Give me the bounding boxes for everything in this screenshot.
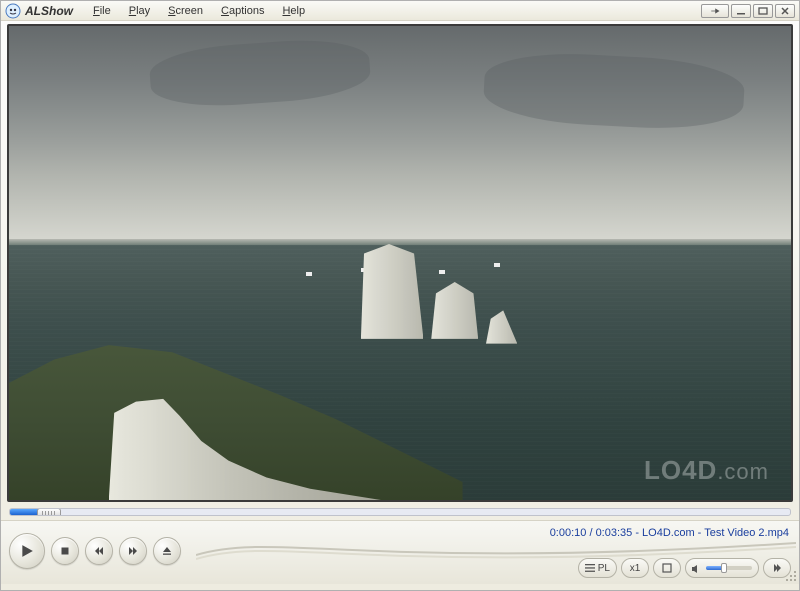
duration-text: 0:03:35 xyxy=(596,527,633,539)
playlist-button[interactable]: PL xyxy=(578,558,617,578)
menu-screen[interactable]: Screen xyxy=(164,3,207,19)
zoom-label: x1 xyxy=(630,563,641,574)
status-text: 0:00:10 / 0:03:35 - LO4D.com - Test Vide… xyxy=(550,527,789,539)
menu-captions[interactable]: Captions xyxy=(217,3,268,19)
zoom-button[interactable]: x1 xyxy=(621,558,649,578)
menubar: File Play Screen Captions Help xyxy=(89,3,701,19)
app-title: ALShow xyxy=(25,4,73,18)
app-icon xyxy=(5,3,21,19)
list-icon xyxy=(585,563,595,573)
position-text: 0:00:10 xyxy=(550,527,587,539)
resize-grip[interactable] xyxy=(785,570,797,582)
menu-help[interactable]: Help xyxy=(278,3,309,19)
play-button[interactable] xyxy=(9,533,45,569)
eject-button[interactable] xyxy=(153,537,181,565)
expand-icon xyxy=(662,563,672,573)
next-button[interactable] xyxy=(119,537,147,565)
volume-track[interactable] xyxy=(706,566,752,570)
fullscreen-button[interactable] xyxy=(653,558,681,578)
pin-button[interactable] xyxy=(701,4,729,18)
source-text: LO4D.com xyxy=(642,527,695,539)
window-controls xyxy=(701,4,795,18)
filename-text: Test Video 2.mp4 xyxy=(704,527,789,539)
stop-button[interactable] xyxy=(51,537,79,565)
volume-control[interactable] xyxy=(685,558,759,578)
maximize-button[interactable] xyxy=(753,4,773,18)
menu-file[interactable]: File xyxy=(89,3,115,19)
seek-track[interactable] xyxy=(9,508,791,516)
app-window: ALShow File Play Screen Captions Help xyxy=(0,0,800,591)
seek-thumb[interactable] xyxy=(37,508,61,516)
minimize-button[interactable] xyxy=(731,4,751,18)
video-area[interactable]: LO4D.com xyxy=(7,24,793,502)
controls-bar: 0:00:10 / 0:03:35 - LO4D.com - Test Vide… xyxy=(1,520,799,584)
seekbar xyxy=(9,506,791,518)
prev-button[interactable] xyxy=(85,537,113,565)
right-controls: PL x1 xyxy=(578,558,791,578)
titlebar[interactable]: ALShow File Play Screen Captions Help xyxy=(1,1,799,21)
chevron-right-icon xyxy=(772,563,782,573)
transport-controls xyxy=(9,533,181,569)
close-button[interactable] xyxy=(775,4,795,18)
video-content xyxy=(9,26,791,500)
volume-thumb[interactable] xyxy=(721,563,727,573)
playlist-label: PL xyxy=(598,563,610,574)
menu-play[interactable]: Play xyxy=(125,3,154,19)
speaker-icon xyxy=(691,564,701,574)
